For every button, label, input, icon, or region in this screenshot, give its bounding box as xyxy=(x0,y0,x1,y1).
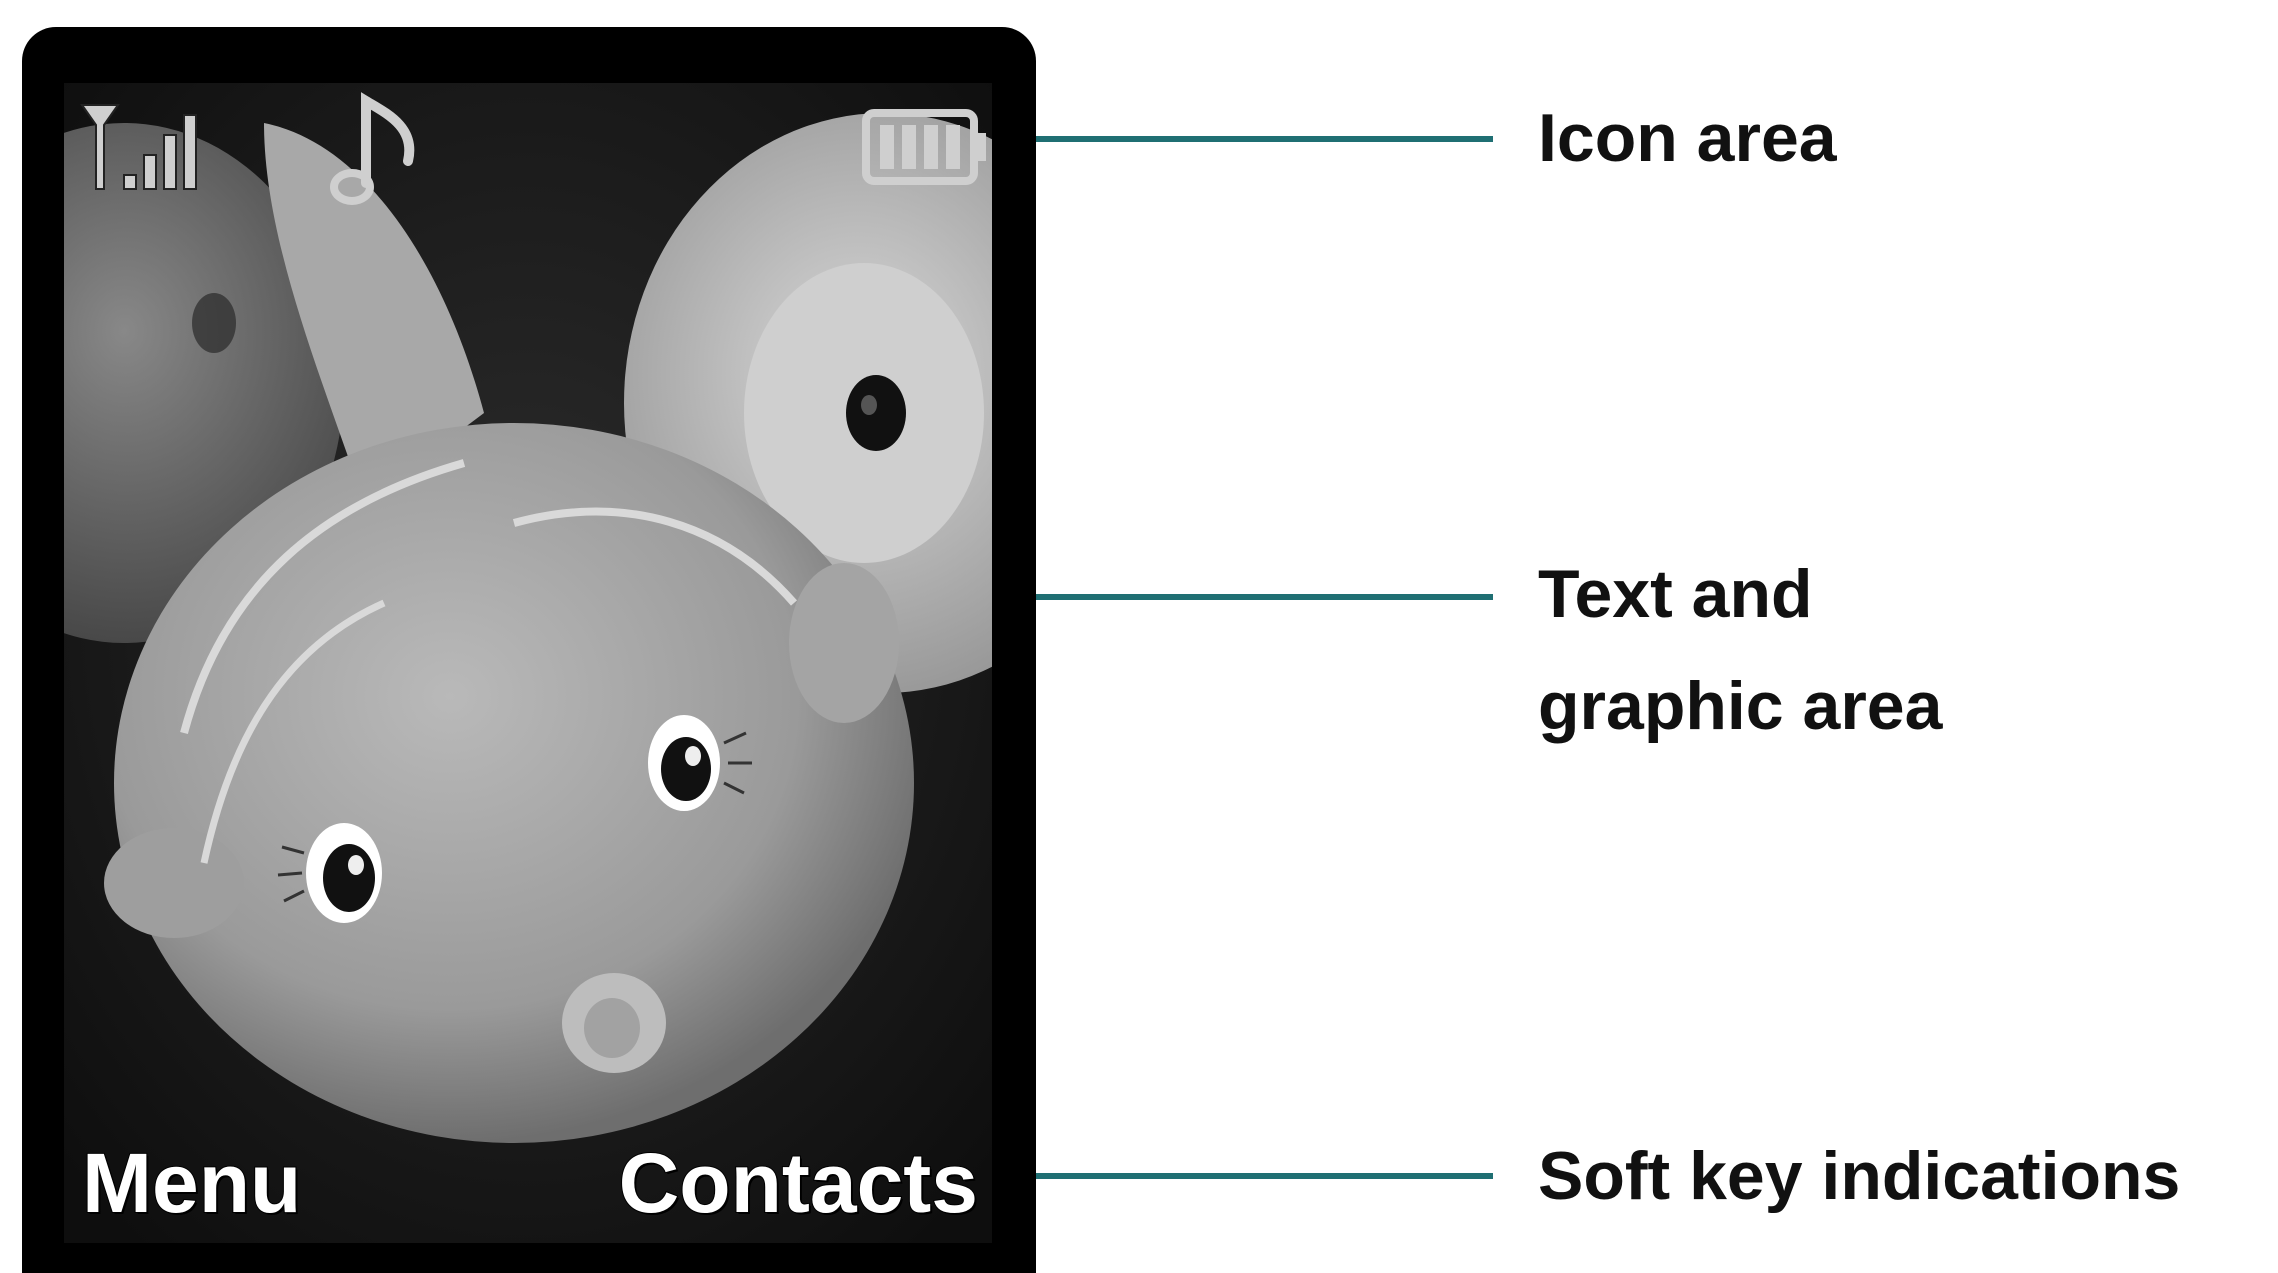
label-text-graphic-line2: graphic area xyxy=(1538,668,1943,744)
music-note-icon xyxy=(330,92,415,205)
label-text-graphic-line1: Text and xyxy=(1538,556,1813,632)
soft-key-menu[interactable]: Menu xyxy=(81,1140,302,1226)
battery-icon xyxy=(862,109,986,185)
label-text-graphic-area: Text and graphic area xyxy=(1538,538,1942,762)
label-soft-key-indications: Soft key indications xyxy=(1538,1138,2181,1214)
phone-frame: Menu Contacts xyxy=(22,27,1036,1273)
wallpaper-image xyxy=(64,83,992,1243)
soft-key-contacts[interactable]: Contacts xyxy=(618,1140,979,1226)
leader-line-icon-area xyxy=(1036,136,1493,142)
signal-strength-icon xyxy=(80,104,197,190)
label-icon-area: Icon area xyxy=(1538,100,1837,176)
leader-line-soft-key xyxy=(1036,1173,1493,1179)
phone-screen: Menu Contacts xyxy=(64,83,992,1243)
leader-line-text-graphic-area xyxy=(1036,594,1493,600)
